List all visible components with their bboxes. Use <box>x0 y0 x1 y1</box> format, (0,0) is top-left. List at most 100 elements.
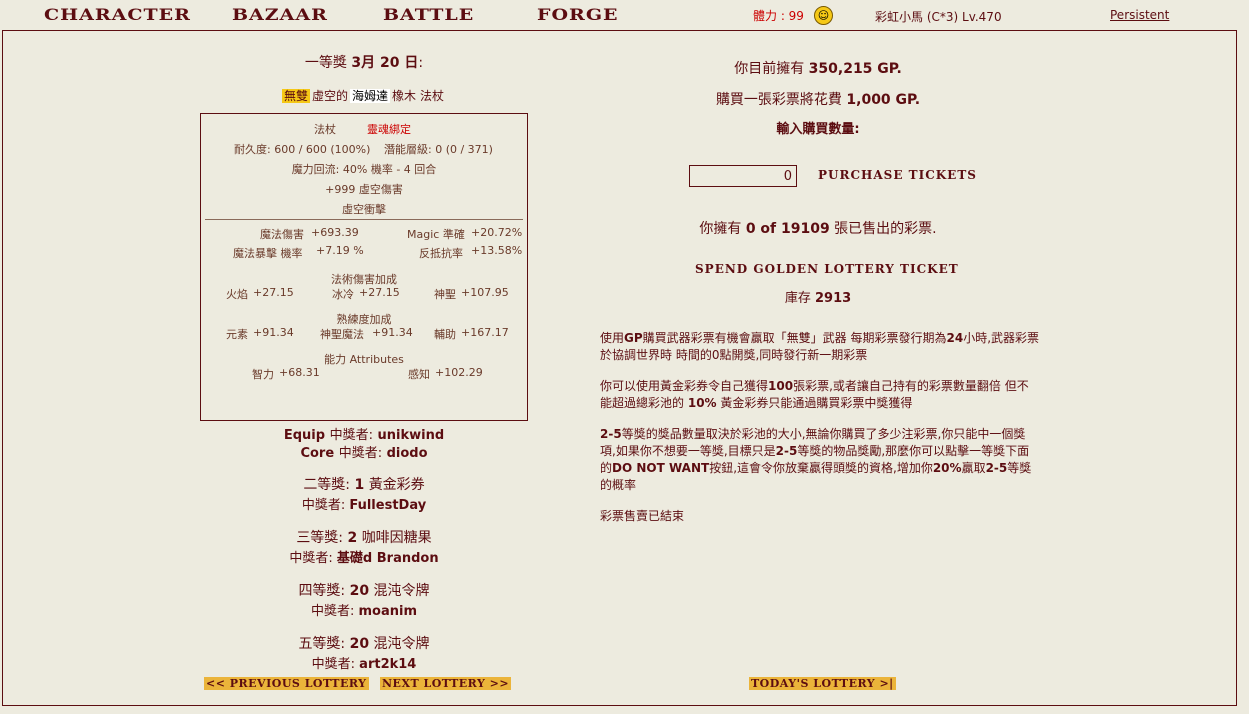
item-name-part: 虛空的 <box>311 89 348 103</box>
stat-label: 智力 <box>252 368 274 381</box>
stat-label: 反抵抗率 <box>419 247 463 260</box>
gp-label: 你目前擁有 <box>734 61 805 77</box>
gp-balance: 你目前擁有 350,215 GP. <box>600 58 1036 78</box>
previous-lottery-button[interactable]: << PREVIOUS LOTTERY <box>204 677 369 690</box>
golden-ticket-stock: 庫存 2913 <box>600 287 1036 306</box>
stat-label: 元素 <box>226 328 248 341</box>
soulbound-tag: 靈魂綁定 <box>367 123 411 136</box>
nav-bazaar[interactable]: BAZAAR <box>232 6 328 25</box>
stat-label: 冰冷 <box>332 288 354 301</box>
info-text: 贏取 <box>961 461 986 475</box>
cost-label: 購買一張彩票將花費 <box>715 92 842 108</box>
gp-value: 350,215 GP. <box>808 61 902 77</box>
first-prize-colon: : <box>418 55 424 71</box>
winner-label: 中獎者: <box>311 657 356 672</box>
prize-item: 咖啡因糖果 <box>361 530 432 546</box>
void-strike: 虛空衝擊 <box>342 203 386 216</box>
stock-label: 庫存 <box>784 291 811 306</box>
first-prize-title: 一等獎 3月 20 日: <box>200 52 528 72</box>
stat-label: 火焰 <box>226 288 248 301</box>
info-text: 2-5 <box>985 461 1008 475</box>
winner-label: 中獎者: <box>310 604 355 619</box>
stat-label: 神聖 <box>434 288 456 301</box>
purchase-tickets-button[interactable]: PURCHASE TICKETS <box>818 168 977 182</box>
ticket-quantity-input[interactable] <box>689 165 797 187</box>
info-paragraph-3: 2-5等獎的獎品數量取決於彩池的大小,無論你購買了多少注彩票,你只能中一個獎項,… <box>600 426 1040 494</box>
winner-category: Equip <box>283 428 326 443</box>
winner-name: diodo <box>386 446 428 461</box>
stat-value: +91.34 <box>253 326 294 339</box>
player-info: 彩虹小馬 (C*3) Lv.470 <box>875 10 1002 24</box>
info-text: 黃金彩券只能通過購買彩票中獎獲得 <box>720 396 913 410</box>
item-type: 法杖 <box>314 123 336 136</box>
info-text: 10% <box>687 396 717 410</box>
item-name-part: 橡木 <box>392 89 417 103</box>
info-text: 使用 <box>600 331 625 345</box>
prize-5-winner: 中獎者: art2k14 <box>200 653 528 672</box>
prize-4-winner: 中獎者: moanim <box>200 600 528 619</box>
prize-2-title: 二等獎: 1 黃金彩券 <box>200 474 528 494</box>
item-name-prefix: 無雙 <box>281 89 310 103</box>
info-paragraph-2: 你可以使用黃金彩券令自己獲得100張彩票,或者讓自己持有的彩票數量翻倍 但不能超… <box>600 378 1040 412</box>
winner-name: art2k14 <box>359 657 417 672</box>
first-prize-date: 3月 20 日 <box>351 55 419 71</box>
prize-2-winner: 中獎者: FullestDay <box>200 494 528 513</box>
owned-suffix: 張已售出的彩票. <box>834 221 937 237</box>
prize-qty: 1 <box>354 477 365 493</box>
prize-qty: 20 <box>349 636 370 652</box>
first-prize-label: 一等獎 <box>304 55 347 71</box>
prize-item: 黃金彩券 <box>368 477 425 493</box>
stat-label: 魔法傷害 <box>260 228 304 241</box>
stat-value: +107.95 <box>461 286 509 299</box>
info-text: DO NOT WANT <box>612 461 710 475</box>
info-text: 20% <box>932 461 962 475</box>
stat-value: +91.34 <box>372 326 413 339</box>
todays-lottery-button[interactable]: TODAY'S LOTTERY >| <box>749 677 896 690</box>
stat-label: 感知 <box>408 368 430 381</box>
item-name-part: 海姆達 <box>349 89 390 103</box>
stat-label: 輔助 <box>434 328 456 341</box>
persistent-link[interactable]: Persistent <box>1110 8 1169 22</box>
core-winner: Core 中獎者: diodo <box>200 442 528 461</box>
nav-character[interactable]: CHARACTER <box>44 6 191 25</box>
stat-value: +27.15 <box>359 286 400 299</box>
stat-label: 神聖魔法 <box>320 328 364 341</box>
stat-value: +13.58% <box>471 244 523 257</box>
winner-name: FullestDay <box>349 498 427 513</box>
stat-label: 魔法暴擊 機率 <box>233 247 303 260</box>
owned-tickets: 你擁有 0 of 19109 張已售出的彩票. <box>600 218 1036 238</box>
durability: 耐久度: 600 / 600 (100%) <box>234 143 371 156</box>
winner-name: unikwind <box>377 428 445 443</box>
proficiency-title: 熟練度加成 <box>336 313 392 326</box>
stock-value: 2913 <box>814 291 852 306</box>
prize-item: 混沌令牌 <box>373 636 430 652</box>
spell-bonus-title: 法術傷害加成 <box>331 273 397 286</box>
info-text: 2-5 <box>600 427 622 441</box>
prize-item-name: 無雙 虛空的 海姆達 橡木 法杖 <box>200 87 528 104</box>
cost-value: 1,000 GP. <box>846 92 921 108</box>
next-lottery-button[interactable]: NEXT LOTTERY >> <box>380 677 512 690</box>
stat-value: +167.17 <box>461 326 509 339</box>
smiley-face-icon: ☺ <box>814 6 833 25</box>
winner-label: 中獎者: <box>289 551 333 566</box>
potency-tier: 潛能層級: 0 (0 / 371) <box>384 143 493 156</box>
prize-rank: 四等獎: <box>298 583 346 599</box>
spend-golden-ticket-button[interactable]: SPEND GOLDEN LOTTERY TICKET <box>695 262 959 276</box>
stat-value: +68.31 <box>279 366 320 379</box>
stat-value: +7.19 % <box>316 244 364 257</box>
item-name-part: 法杖 <box>420 89 445 103</box>
info-paragraph-1: 使用GP購買武器彩票有機會贏取「無雙」武器 每期彩票發行期為24小時,武器彩票於… <box>600 330 1040 364</box>
mana-return: 魔力回流: 40% 機率 - 4 回合 <box>291 163 437 176</box>
info-text: 2-5 <box>775 444 798 458</box>
attributes-title: 能力 Attributes <box>324 353 404 366</box>
info-text: 100 <box>768 379 794 393</box>
prize-rank: 五等獎: <box>298 636 346 652</box>
nav-battle[interactable]: BATTLE <box>383 6 474 25</box>
nav-forge[interactable]: FORGE <box>537 6 619 25</box>
info-text: 按鈕,這會令你放棄贏得頭獎的資格,增加你 <box>709 461 933 475</box>
prize-rank: 三等獎: <box>296 530 344 546</box>
equip-winner: Equip 中獎者: unikwind <box>200 424 528 443</box>
info-text: 24 <box>946 331 964 345</box>
quantity-label: 輸入購買數量: <box>776 122 860 137</box>
winner-category: Core <box>300 446 335 461</box>
